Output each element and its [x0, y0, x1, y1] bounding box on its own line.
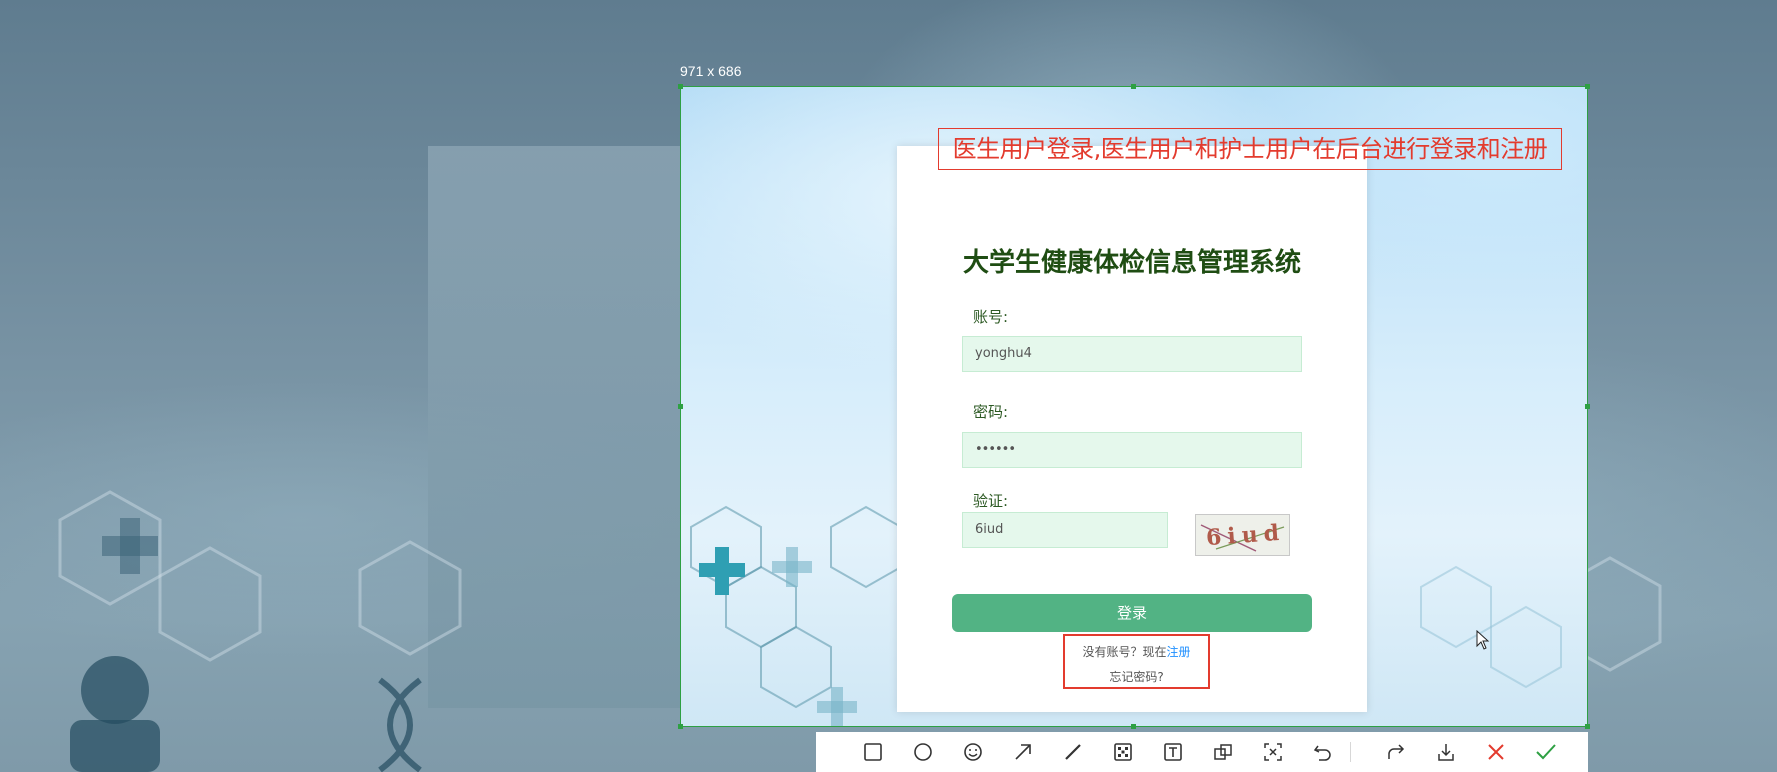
- resize-handle-bottom-left[interactable]: [678, 724, 683, 729]
- confirm-icon[interactable]: [1534, 740, 1558, 764]
- resize-handle-top-middle[interactable]: [1131, 84, 1136, 89]
- resize-handle-top-left[interactable]: [678, 84, 683, 89]
- resize-handle-middle-left[interactable]: [678, 404, 683, 409]
- toolbar-separator: [1350, 742, 1351, 762]
- screenshot-toolbar: [816, 732, 1588, 772]
- capture-size-label: 971 x 686: [680, 63, 742, 79]
- login-card: 大学生健康体检信息管理系统 账号: yonghu4 密码: •••••• 验证:…: [897, 146, 1367, 712]
- system-title: 大学生健康体检信息管理系统: [962, 248, 1301, 278]
- pen-icon[interactable]: [1061, 740, 1085, 764]
- password-label: 密码:: [973, 403, 1009, 421]
- register-prompt: 没有账号？现在: [1082, 645, 1167, 659]
- text-icon[interactable]: [1161, 740, 1185, 764]
- login-button[interactable]: 登录: [952, 594, 1312, 632]
- download-icon[interactable]: [1434, 740, 1458, 764]
- rectangle-icon[interactable]: [861, 740, 885, 764]
- ellipse-icon[interactable]: [911, 740, 935, 764]
- close-icon[interactable]: [1484, 740, 1508, 764]
- arrow-icon[interactable]: [1011, 740, 1035, 764]
- ocr-icon[interactable]: [1261, 740, 1285, 764]
- emoji-icon[interactable]: [961, 740, 985, 764]
- mouse-cursor-icon: [1476, 630, 1490, 650]
- share-icon[interactable]: [1384, 740, 1408, 764]
- captcha-glyph: 6iud: [1205, 520, 1286, 551]
- password-input[interactable]: ••••••: [962, 432, 1302, 468]
- copy-icon[interactable]: [1211, 740, 1235, 764]
- register-link[interactable]: 注册: [1167, 645, 1191, 659]
- captcha-label: 验证:: [973, 492, 1009, 510]
- annotation-text-box[interactable]: 医生用户登录,医生用户和护士用户在后台进行登录和注册: [938, 128, 1562, 170]
- account-input[interactable]: yonghu4: [962, 336, 1302, 372]
- forgot-password-link[interactable]: 忘记密码?: [1065, 668, 1208, 685]
- undo-icon[interactable]: [1311, 740, 1335, 764]
- mosaic-icon[interactable]: [1111, 740, 1135, 764]
- resize-handle-top-right[interactable]: [1585, 84, 1590, 89]
- resize-handle-bottom-right[interactable]: [1585, 724, 1590, 729]
- captcha-image[interactable]: 6iud: [1195, 514, 1290, 556]
- register-prompt-line: 没有账号？现在注册: [1065, 643, 1208, 660]
- captcha-input[interactable]: 6iud: [962, 512, 1168, 548]
- account-label: 账号:: [973, 308, 1009, 326]
- highlight-box: 没有账号？现在注册 忘记密码?: [1063, 634, 1210, 689]
- resize-handle-bottom-middle[interactable]: [1131, 724, 1136, 729]
- resize-handle-middle-right[interactable]: [1585, 404, 1590, 409]
